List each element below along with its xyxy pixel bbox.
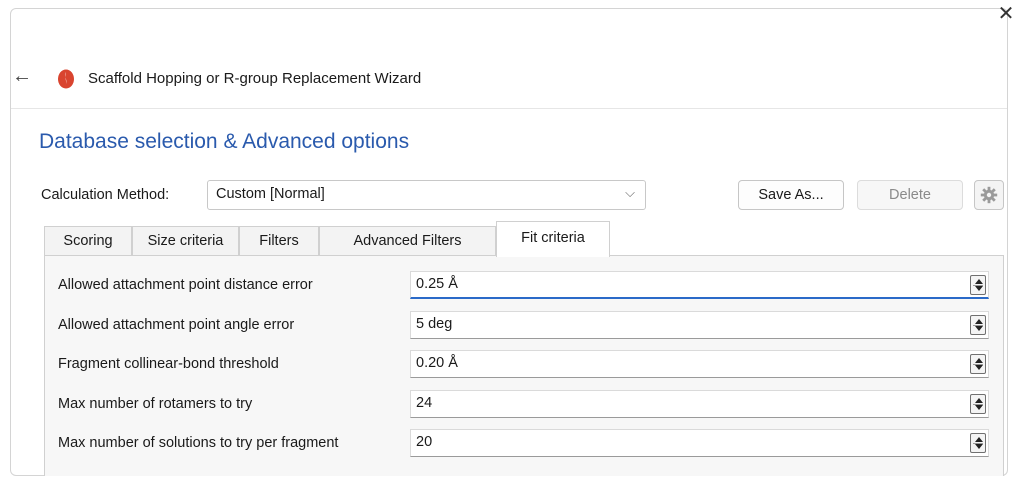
tab-size-criteria[interactable]: Size criteria — [132, 226, 239, 256]
save-as-button[interactable]: Save As... — [738, 180, 844, 210]
tab-scoring[interactable]: Scoring — [44, 226, 132, 256]
max-solutions-label: Max number of solutions to try per fragm… — [58, 435, 339, 451]
max-rotamers-value: 24 — [416, 395, 433, 411]
spinner-icon[interactable] — [970, 394, 986, 414]
angle-error-label: Allowed attachment point angle error — [58, 317, 295, 333]
section-title: Database selection & Advanced options — [39, 130, 410, 153]
spinner-icon[interactable] — [970, 315, 986, 335]
window-title: Scaffold Hopping or R-group Replacement … — [88, 70, 422, 87]
spinner-icon[interactable] — [970, 275, 986, 295]
app-logo-icon — [58, 69, 74, 89]
max-solutions-stepper[interactable]: 20 — [410, 429, 989, 457]
calculation-method-value: Custom [Normal] — [216, 186, 325, 202]
collinear-threshold-stepper[interactable]: 0.20 Å — [410, 350, 989, 378]
collinear-threshold-value: 0.20 Å — [416, 355, 458, 371]
tab-fit-criteria[interactable]: Fit criteria — [496, 221, 610, 257]
angle-error-stepper[interactable]: 5 deg — [410, 311, 989, 339]
header-divider — [11, 108, 1007, 109]
back-arrow-icon[interactable]: ← — [12, 65, 32, 88]
distance-error-value: 0.25 Å — [416, 276, 458, 292]
collinear-threshold-label: Fragment collinear-bond threshold — [58, 356, 279, 372]
tab-filters[interactable]: Filters — [239, 226, 319, 256]
calculation-method-select[interactable]: Custom [Normal] ⌵ — [207, 180, 646, 210]
distance-error-stepper[interactable]: 0.25 Å — [410, 271, 989, 299]
max-rotamers-label: Max number of rotamers to try — [58, 396, 253, 412]
delete-button[interactable]: Delete — [857, 180, 963, 210]
max-solutions-value: 20 — [416, 434, 433, 450]
calculation-method-label: Calculation Method: — [41, 187, 170, 203]
close-button[interactable]: ✕ — [994, 2, 1018, 26]
spinner-icon[interactable] — [970, 433, 986, 453]
chevron-down-icon: ⌵ — [625, 185, 635, 200]
gear-icon — [980, 186, 998, 204]
max-rotamers-stepper[interactable]: 24 — [410, 390, 989, 418]
settings-button[interactable] — [974, 180, 1004, 210]
distance-error-label: Allowed attachment point distance error — [58, 277, 313, 293]
spinner-icon[interactable] — [970, 354, 986, 374]
tab-advanced-filters[interactable]: Advanced Filters — [319, 226, 496, 256]
angle-error-value: 5 deg — [416, 316, 453, 332]
